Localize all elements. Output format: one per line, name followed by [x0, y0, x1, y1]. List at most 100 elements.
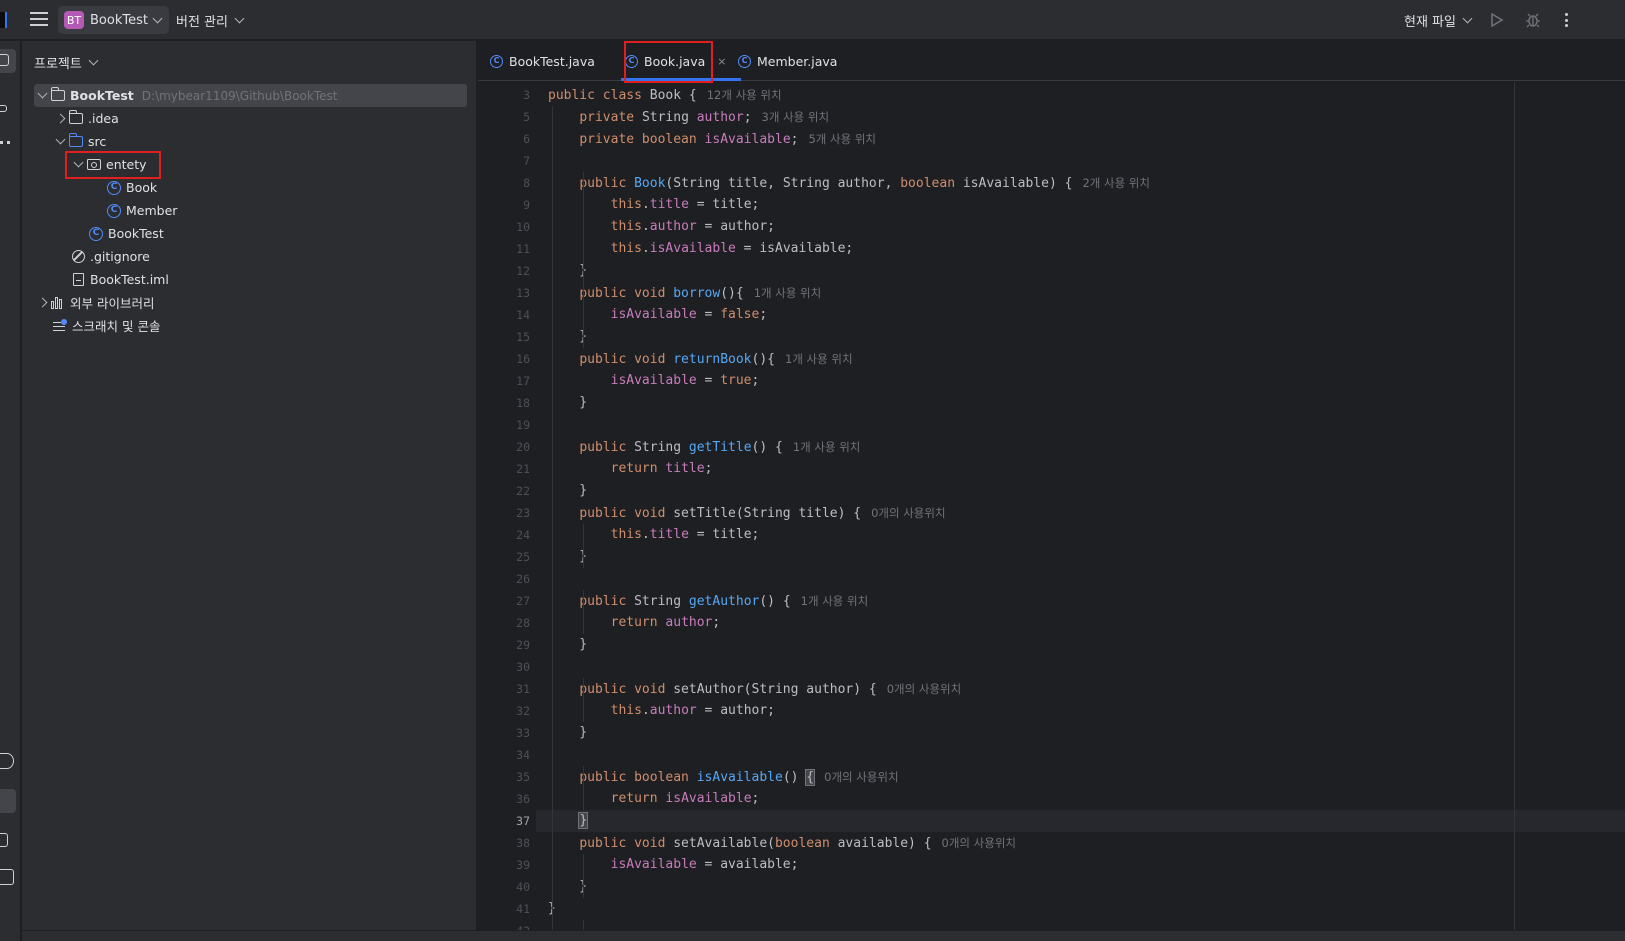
usage-hint[interactable]: 2개 사용 위치 — [1082, 176, 1150, 190]
code-token: } — [548, 637, 588, 652]
code-token: public class — [548, 88, 650, 103]
project-panel-title: 프로젝트 — [34, 57, 82, 72]
code-token: boolean — [900, 176, 963, 191]
usage-hint[interactable]: 12개 사용 위치 — [707, 88, 782, 102]
code-token: } — [548, 329, 588, 344]
horizontal-scrollbar[interactable] — [22, 930, 1625, 941]
more-tools-icon[interactable] — [0, 141, 10, 145]
code-line: this.title = title; — [548, 194, 760, 216]
code-token: public — [579, 594, 635, 609]
close-icon[interactable]: × — [717, 55, 726, 68]
chevron-right-icon[interactable] — [55, 113, 65, 124]
debug-icon[interactable] — [1524, 11, 1542, 29]
terminal-icon[interactable] — [0, 869, 14, 885]
line-number: 37 — [516, 814, 530, 828]
usage-hint[interactable]: 0개의 사용위치 — [824, 770, 898, 784]
code-token: return — [610, 791, 666, 806]
code-token: return — [610, 615, 666, 630]
chevron-down-icon[interactable] — [73, 157, 83, 168]
usage-hint[interactable]: 0개의 사용위치 — [887, 682, 961, 696]
main-menu-button[interactable] — [30, 12, 48, 28]
line-number: 22 — [516, 484, 530, 498]
code-token: private — [579, 110, 642, 125]
chevron-right-icon[interactable] — [37, 297, 47, 308]
tool-window-strip — [0, 41, 21, 941]
usage-hint[interactable]: 5개 사용 위치 — [808, 132, 876, 146]
code-line: } — [548, 876, 587, 898]
code-token: ; — [743, 110, 752, 125]
usage-hint[interactable]: 1개 사용 위치 — [801, 594, 869, 608]
code-line: return title; — [548, 458, 713, 480]
code-token: public — [579, 176, 635, 191]
code-token: String — [634, 440, 689, 455]
app-logo-icon — [0, 12, 7, 28]
tree-item-scratches[interactable]: 스크래치 및 콘솔 — [52, 314, 160, 337]
line-number: 6 — [523, 132, 530, 146]
code-token: = available; — [696, 857, 799, 872]
code-token: boolean — [774, 836, 838, 851]
tree-item-gitignore[interactable]: .gitignore — [70, 245, 150, 268]
run-config-selector[interactable]: 현재 파일 — [1404, 10, 1473, 30]
tree-item-member[interactable]: C Member — [106, 199, 177, 222]
code-line: } — [548, 546, 587, 568]
code-token: = isAvailable; — [735, 241, 854, 256]
code-token: title — [649, 197, 689, 212]
line-number: 35 — [516, 770, 530, 784]
line-number: 10 — [516, 220, 530, 234]
tree-item-label: BookTest — [70, 88, 134, 103]
tree-item-booktest-class[interactable]: C BookTest — [88, 222, 164, 245]
project-panel-header[interactable]: 프로젝트 — [34, 53, 99, 72]
tree-item-label: 외부 라이브러리 — [70, 296, 155, 311]
line-number: 40 — [516, 880, 530, 894]
structure-icon[interactable] — [0, 105, 7, 112]
line-number: 8 — [523, 176, 530, 190]
usage-hint[interactable]: 1개 사용 위치 — [793, 440, 861, 454]
project-switcher[interactable]: BT BookTest — [58, 6, 169, 34]
tree-item-external-libraries[interactable]: 외부 라이브러리 — [34, 291, 154, 314]
vcs-menu[interactable]: 버전 관리 — [176, 10, 245, 30]
tree-item-idea[interactable]: .idea — [52, 107, 119, 130]
tree-item-booktest-root[interactable]: BookTest D:\mybear1109\Github\BookTest — [34, 84, 467, 107]
tree-item-src[interactable]: src — [52, 130, 106, 153]
chevron-down-icon[interactable] — [55, 134, 65, 145]
git-icon[interactable] — [0, 833, 8, 847]
code-token: this — [610, 703, 642, 718]
more-options-icon[interactable] — [1560, 10, 1572, 30]
tree-item-entety[interactable]: entety — [70, 153, 147, 176]
tab-book-java[interactable]: C Book.java × — [621, 41, 740, 81]
code-token: . — [641, 197, 650, 212]
usage-hint[interactable]: 1개 사용 위치 — [785, 352, 853, 366]
line-number: 36 — [516, 792, 530, 806]
usage-hint[interactable]: 0개의 사용위치 — [871, 506, 945, 520]
line-number: 21 — [516, 462, 530, 476]
usage-hint[interactable]: 0개의 사용위치 — [942, 836, 1016, 850]
line-number-gutter[interactable]: 3 5 6 7 8 9 10 11 12 13 14 15 16 17 18 19 20 21 22 23 24 25 26… — [478, 82, 536, 941]
usage-hint[interactable]: 3개 사용 위치 — [762, 110, 830, 124]
tree-item-book[interactable]: C Book — [106, 176, 157, 199]
line-number: 14 — [516, 308, 530, 322]
line-number: 23 — [516, 506, 530, 520]
code-line: public Book(String title, String author,… — [548, 172, 1150, 194]
tab-member-java[interactable]: C Member.java — [738, 41, 837, 81]
chevron-down-icon[interactable] — [37, 88, 47, 99]
code-token: { — [805, 769, 816, 786]
run-icon[interactable] — [1490, 12, 1504, 28]
line-number: 31 — [516, 682, 530, 696]
code-token: isAvailable — [610, 307, 697, 322]
line-number: 25 — [516, 550, 530, 564]
services-icon[interactable] — [0, 753, 14, 769]
indent-guide — [583, 172, 584, 348]
code-token: = — [696, 307, 721, 322]
code-line: private String author; 3개 사용 위치 — [548, 106, 829, 128]
project-panel: 프로젝트 BookTest D:\mybear1109\Github\BookT… — [22, 41, 477, 941]
usage-hint[interactable]: 1개 사용 위치 — [754, 286, 822, 300]
tree-item-iml[interactable]: BookTest.iml — [70, 268, 169, 291]
run-tool-icon[interactable] — [0, 789, 16, 813]
code-area[interactable]: public class Book {12개 사용 위치 private Str… — [536, 82, 1625, 941]
class-icon: C — [625, 54, 638, 68]
tab-booktest-java[interactable]: C BookTest.java — [490, 41, 595, 81]
